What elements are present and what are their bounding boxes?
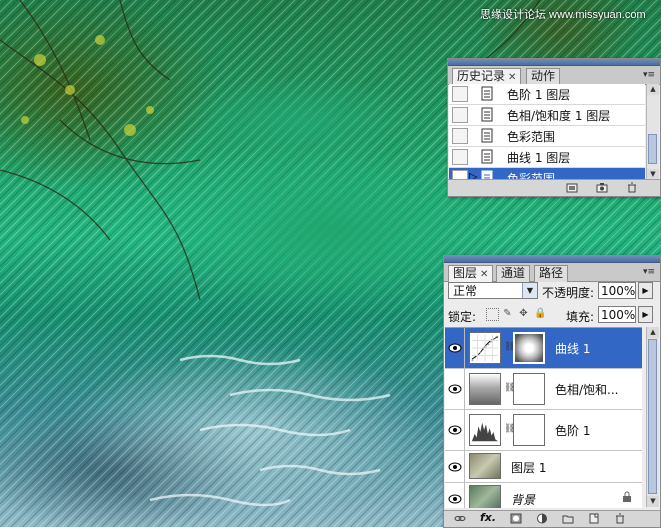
history-state-icon [481,86,493,101]
history-footer [448,179,660,196]
history-item[interactable]: 色阶 1 图层 [449,84,645,105]
history-panel: 历史记录 ✕ 动作 ▾≡ 色阶 1 图层 色相/饱和度 1 图层 色彩范围 曲线 … [447,58,661,197]
history-item-label: 色彩范围 [507,130,556,144]
lock-label: 锁定: [448,310,477,324]
layer-row-hue-saturation[interactable]: ⛓ 色相/饱和... [445,369,642,410]
lock-image-pixels-icon[interactable]: ✎ [502,308,513,319]
visibility-eye-icon[interactable] [446,369,465,409]
layer-name[interactable]: 色相/饱和... [555,381,619,398]
curves-adjustment-icon[interactable] [469,332,501,364]
layer-name[interactable]: 色阶 1 [555,422,590,439]
history-item-label: 色相/饱和度 1 图层 [507,109,611,123]
layers-footer: fx. [444,510,660,527]
layer-row-background[interactable]: 背景 [445,483,642,508]
watermark-text: 思缘设计论坛 www.missyuan.com [480,9,646,21]
layer-name[interactable]: 背景 [511,491,535,508]
tab-paths[interactable]: 路径 [534,265,569,282]
layers-panel: 图层 ✕ 通道 路径 ▾≡ 正常 ▼ 不透明度: 100% ▶ 锁定: ✎ ✥ 🔒… [443,255,661,528]
link-layers-icon[interactable] [454,513,466,524]
tab-channels-label: 通道 [501,266,526,280]
blend-opacity-row: 正常 ▼ 不透明度: 100% ▶ [446,281,658,303]
lock-transparent-pixels-icon[interactable] [486,308,499,321]
opacity-label: 不透明度: [542,286,595,300]
fill-slider-arrow-icon[interactable]: ▶ [638,306,653,323]
history-state-icon [481,149,493,164]
trash-icon[interactable] [614,513,626,524]
visibility-eye-icon[interactable] [446,328,465,368]
layer-name[interactable]: 图层 1 [511,459,546,476]
fx-icon[interactable]: fx. [480,511,498,524]
layer-row-curves[interactable]: ⛓ 曲线 1 [445,328,642,369]
layers-scrollbar[interactable]: ▲ ▼ [646,327,659,507]
mask-link-icon[interactable]: ⛓ [504,383,515,395]
tab-channels[interactable]: 通道 [496,265,531,282]
lock-all-icon[interactable]: 🔒 [534,308,546,319]
visibility-eye-icon[interactable] [446,451,465,482]
layer-mask-thumbnail[interactable] [513,373,545,405]
close-icon[interactable]: ✕ [508,72,516,83]
layer-row-levels[interactable]: ⛓ 色阶 1 [445,410,642,451]
tab-paths-label: 路径 [539,266,564,280]
close-icon[interactable]: ✕ [480,269,488,280]
new-snapshot-icon[interactable] [596,182,608,193]
history-item-label: 色阶 1 图层 [507,88,571,102]
scroll-down-icon[interactable]: ▼ [647,496,659,507]
history-item[interactable]: 色相/饱和度 1 图层 [449,105,645,126]
adjustment-layer-icon[interactable] [536,513,548,524]
history-list: 色阶 1 图层 色相/饱和度 1 图层 色彩范围 曲线 1 图层 ▷ 色彩范围 [449,84,645,180]
scroll-up-icon[interactable]: ▲ [647,327,659,338]
snapshot-source-checkbox[interactable] [452,86,468,102]
layer-mask-thumbnail[interactable] [513,332,545,364]
visibility-eye-icon[interactable] [446,483,465,508]
opacity-input[interactable]: 100% [598,282,636,299]
tab-actions-label: 动作 [531,69,556,83]
panel-drag-strip[interactable] [448,59,660,66]
blend-mode-select[interactable]: 正常 ▼ [448,282,538,299]
tab-layers-label: 图层 [453,266,478,280]
scroll-up-icon[interactable]: ▲ [647,84,659,95]
layer-mask-thumbnail[interactable] [513,414,545,446]
layer-thumbnail[interactable] [469,453,501,479]
hue-saturation-adjustment-icon[interactable] [469,373,501,405]
layer-thumbnail[interactable] [469,485,501,508]
blend-mode-value: 正常 [453,284,478,298]
history-state-icon [481,107,493,122]
layer-list: ⛓ 曲线 1 ⛓ 色相/饱和... ⛓ 色阶 1 图层 1 背景 [445,327,642,508]
new-layer-icon[interactable] [588,513,600,524]
mask-icon[interactable] [510,513,522,524]
panel-drag-strip[interactable] [444,256,660,263]
mask-link-icon[interactable]: ⛓ [504,424,515,436]
visibility-eye-icon[interactable] [446,410,465,450]
trash-icon[interactable] [626,182,638,193]
mask-link-icon[interactable]: ⛓ [504,342,515,354]
snapshot-source-checkbox[interactable] [452,128,468,144]
layers-tabbar: 图层 ✕ 通道 路径 ▾≡ [444,263,660,283]
lock-position-icon[interactable]: ✥ [518,308,529,319]
panel-menu-icon[interactable]: ▾≡ [642,69,656,81]
chevron-down-icon[interactable]: ▼ [522,283,537,298]
new-document-from-state-icon[interactable] [566,182,578,193]
history-item[interactable]: 色彩范围 [449,126,645,147]
fill-label: 填充: [566,310,595,324]
scroll-thumb[interactable] [648,134,657,164]
scroll-thumb[interactable] [648,339,657,494]
tab-actions[interactable]: 动作 [526,68,561,85]
fill-input[interactable]: 100% [598,306,636,323]
snapshot-source-checkbox[interactable] [452,107,468,123]
layer-name[interactable]: 曲线 1 [555,340,590,357]
panel-menu-icon[interactable]: ▾≡ [642,266,656,278]
opacity-slider-arrow-icon[interactable]: ▶ [638,282,653,299]
history-state-icon [481,128,493,143]
group-folder-icon[interactable] [562,513,574,524]
history-tabbar: 历史记录 ✕ 动作 ▾≡ [448,66,660,86]
history-item-label: 曲线 1 图层 [507,151,571,165]
tab-history-label: 历史记录 [457,69,506,83]
levels-adjustment-icon[interactable] [469,414,501,446]
history-scrollbar[interactable]: ▲ ▼ [646,84,659,180]
snapshot-source-checkbox[interactable] [452,149,468,165]
lock-fill-row: 锁定: ✎ ✥ 🔒 填充: 100% ▶ [446,305,658,325]
history-item[interactable]: 曲线 1 图层 [449,147,645,168]
layer-row-layer1[interactable]: 图层 1 [445,451,642,483]
lock-icon [623,491,631,502]
